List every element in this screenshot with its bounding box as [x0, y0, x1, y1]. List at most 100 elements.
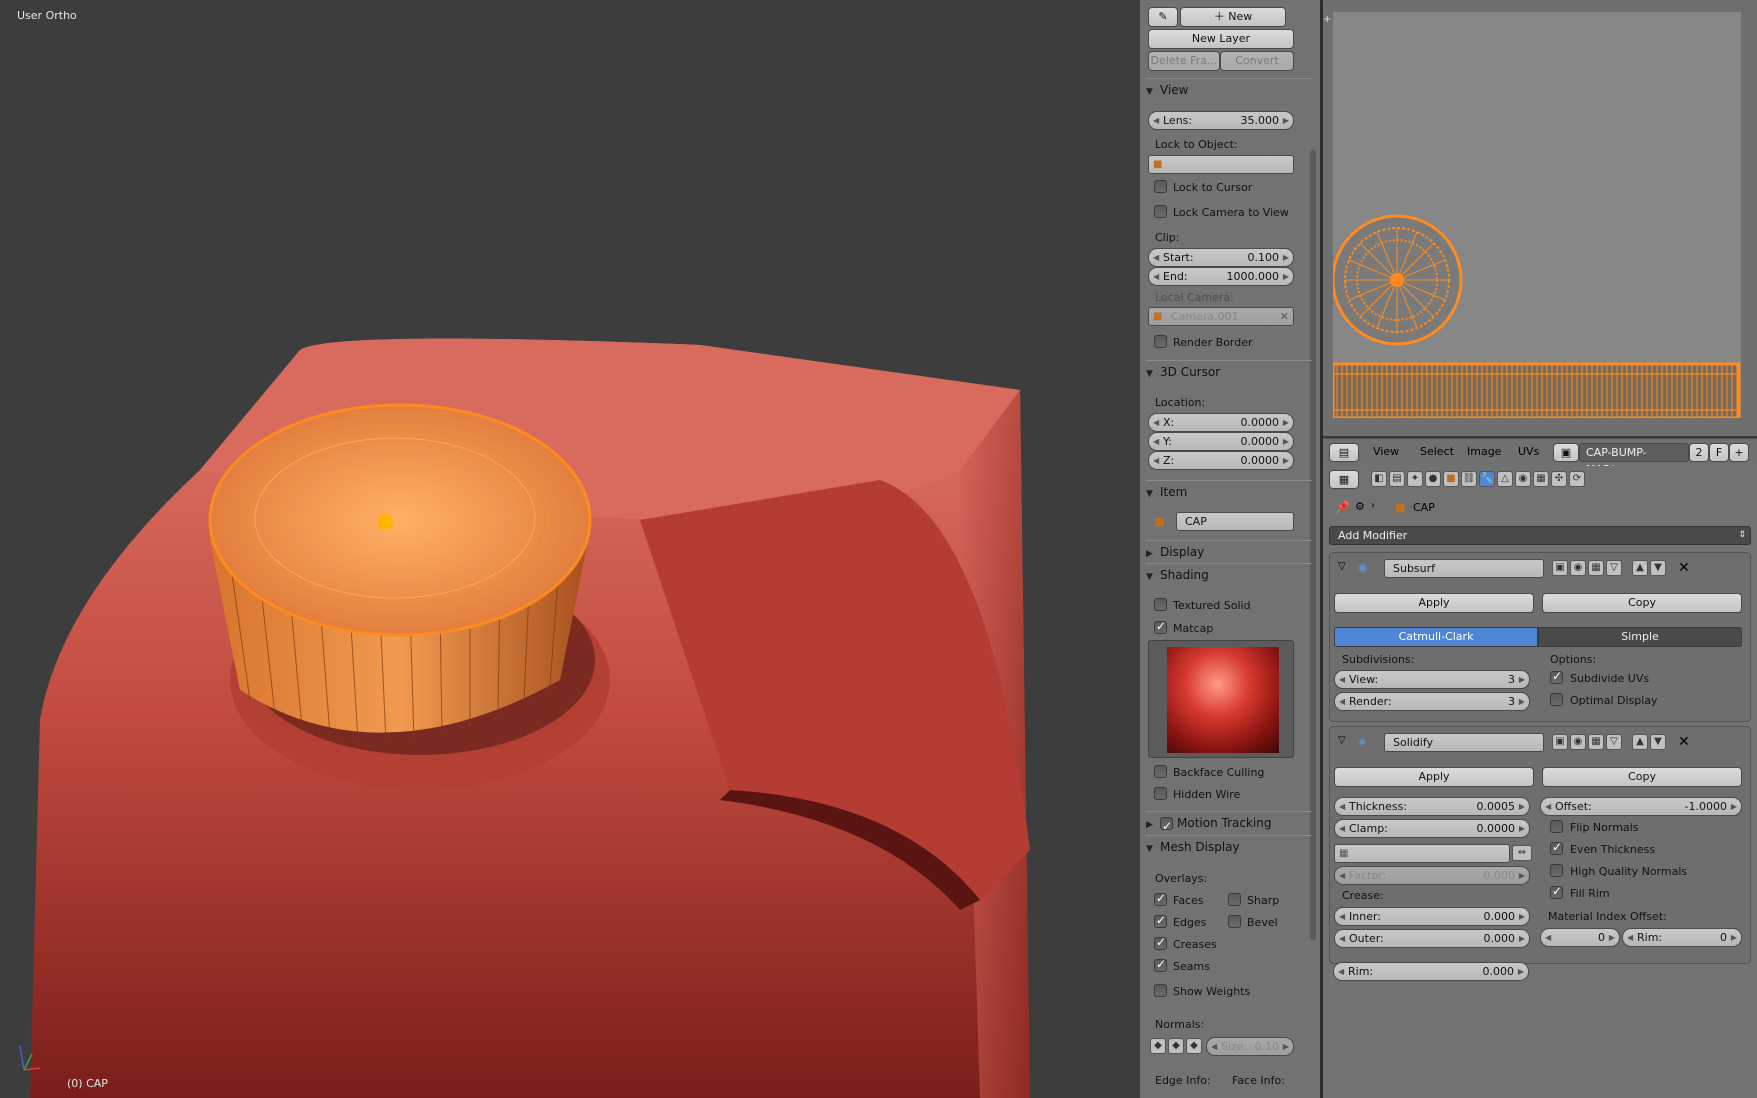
move-down-icon[interactable]: ▼ — [1650, 734, 1666, 750]
pencil-menu-button[interactable]: ✎ — [1148, 7, 1178, 27]
remove-modifier-icon[interactable]: ✕ — [1678, 734, 1690, 750]
fake-user-button[interactable]: F — [1709, 443, 1729, 462]
seams-checkbox[interactable] — [1154, 957, 1167, 972]
solidify-apply-button[interactable]: Apply — [1334, 767, 1534, 787]
tab-simple[interactable]: Simple — [1538, 627, 1742, 647]
clear-icon[interactable]: ✕ — [1280, 308, 1289, 325]
viewport-toggle-icon[interactable]: ◉ — [1570, 560, 1586, 576]
lens-field[interactable]: ◀ Lens: 35.000 ▶ — [1148, 111, 1294, 130]
subdivide-uvs-checkbox[interactable] — [1550, 669, 1563, 684]
menu-image[interactable]: Image — [1467, 445, 1501, 458]
properties-editor-type-menu[interactable]: ▦ — [1329, 470, 1359, 489]
object-tab-icon[interactable]: ■ — [1443, 471, 1459, 487]
material-offset-field[interactable]: ◀ 0 ▶ — [1540, 928, 1620, 947]
display-panel-header[interactable]: ▶ Display — [1146, 540, 1312, 562]
editmode-toggle-icon[interactable]: ▦ — [1588, 560, 1604, 576]
menu-select[interactable]: Select — [1420, 445, 1454, 458]
move-down-icon[interactable]: ▼ — [1650, 560, 1666, 576]
motion-tracking-panel-header[interactable]: ▶Motion Tracking — [1146, 811, 1312, 837]
move-up-icon[interactable]: ▲ — [1632, 734, 1648, 750]
collapse-triangle-icon[interactable]: ▽ — [1338, 561, 1346, 572]
subsurf-copy-button[interactable]: Copy — [1542, 593, 1742, 613]
subsurf-apply-button[interactable]: Apply — [1334, 593, 1534, 613]
crease-outer-field[interactable]: ◀ Outer: 0.000 ▶ — [1334, 929, 1530, 948]
offset-field[interactable]: ◀ Offset: -1.0000 ▶ — [1540, 797, 1742, 816]
material-tab-icon[interactable]: ◉ — [1515, 471, 1531, 487]
matcap-checkbox[interactable] — [1154, 619, 1167, 634]
cage-toggle-icon[interactable]: ▽ — [1606, 734, 1622, 750]
mesh-display-panel-header[interactable]: ▼ Mesh Display — [1146, 835, 1312, 857]
subsurf-render-field[interactable]: ◀ Render: 3 ▶ — [1334, 692, 1530, 711]
crease-inner-field[interactable]: ◀ Inner: 0.000 ▶ — [1334, 907, 1530, 926]
particles-tab-icon[interactable]: ✣ — [1551, 471, 1567, 487]
crease-rim-field[interactable]: ◀ Rim: 0.000 ▶ — [1333, 962, 1529, 981]
factor-field[interactable]: ◀ Factor: 0.000 ▶ — [1334, 866, 1530, 885]
move-up-icon[interactable]: ▲ — [1632, 560, 1648, 576]
material-rim-offset-field[interactable]: ◀ Rim: 0 ▶ — [1622, 928, 1742, 947]
even-thickness-checkbox[interactable] — [1550, 840, 1563, 855]
cursor-panel-header[interactable]: ▼ 3D Cursor — [1146, 360, 1312, 382]
render-toggle-icon[interactable]: ▣ — [1552, 734, 1568, 750]
texture-tab-icon[interactable]: ▦ — [1533, 471, 1549, 487]
lock-to-cursor-checkbox[interactable] — [1154, 180, 1167, 193]
clip-start-field[interactable]: ◀ Start: 0.100 ▶ — [1148, 248, 1294, 267]
creases-checkbox[interactable] — [1154, 935, 1167, 950]
thickness-field[interactable]: ◀ Thickness: 0.0005 ▶ — [1334, 797, 1530, 816]
new-grease-pencil-button[interactable]: ＋ New — [1180, 7, 1286, 27]
modifiers-tab-icon[interactable]: 🔧 — [1479, 471, 1495, 487]
cursor-y-field[interactable]: ◀ Y: 0.0000 ▶ — [1148, 432, 1294, 451]
menu-view[interactable]: View — [1373, 445, 1399, 458]
high-quality-normals-checkbox[interactable] — [1550, 864, 1563, 877]
pin-icon[interactable]: 📌 — [1335, 500, 1350, 514]
viewport-toggle-icon[interactable]: ◉ — [1570, 734, 1586, 750]
solidify-copy-button[interactable]: Copy — [1542, 767, 1742, 787]
sharp-checkbox[interactable] — [1228, 893, 1241, 906]
textured-solid-checkbox[interactable] — [1154, 598, 1167, 611]
item-name-field[interactable]: CAP — [1176, 512, 1294, 531]
convert-button[interactable]: Convert — [1220, 51, 1294, 71]
normal-size-field[interactable]: ◀ Size: 0.10 ▶ — [1206, 1037, 1294, 1056]
editor-type-menu[interactable]: ▤ — [1329, 443, 1359, 462]
render-toggle-icon[interactable]: ▣ — [1552, 560, 1568, 576]
image-name-field[interactable]: CAP-BUMP-MAP.jpg — [1579, 443, 1689, 476]
remove-modifier-icon[interactable]: ✕ — [1678, 560, 1690, 576]
world-tab-icon[interactable]: ● — [1425, 471, 1441, 487]
image-browse-button[interactable]: ▣ — [1553, 443, 1579, 462]
add-modifier-dropdown[interactable]: Add Modifier ⇕ — [1329, 526, 1751, 545]
vertex-normals-icon[interactable]: ◆ — [1150, 1038, 1166, 1054]
subsurf-name-field[interactable]: Subsurf — [1384, 559, 1544, 578]
region-expand-icon[interactable]: + — [1323, 14, 1333, 25]
edges-checkbox[interactable] — [1154, 913, 1167, 928]
new-image-button[interactable]: + — [1729, 443, 1749, 462]
flip-normals-checkbox[interactable] — [1550, 820, 1563, 833]
3d-viewport[interactable]: User Ortho (0) CAP — [0, 0, 1140, 1098]
physics-tab-icon[interactable]: ⟳ — [1569, 471, 1585, 487]
constraints-tab-icon[interactable]: ⛓ — [1461, 471, 1477, 487]
item-panel-header[interactable]: ▼ Item — [1146, 480, 1312, 502]
image-users-button[interactable]: 2 — [1689, 443, 1709, 462]
bevel-checkbox[interactable] — [1228, 915, 1241, 928]
vertex-group-field[interactable]: ▦ — [1334, 844, 1510, 863]
menu-uvs[interactable]: UVs — [1518, 445, 1539, 458]
matcap-preview[interactable] — [1148, 640, 1294, 758]
uv-image-canvas[interactable] — [1331, 12, 1741, 420]
delete-frame-button[interactable]: Delete Fra... — [1148, 51, 1220, 71]
scene-tab-icon[interactable]: ✦ — [1407, 471, 1423, 487]
render-layers-tab-icon[interactable]: ▤ — [1389, 471, 1405, 487]
cursor-x-field[interactable]: ◀ X: 0.0000 ▶ — [1148, 413, 1294, 432]
solidify-name-field[interactable]: Solidify — [1384, 733, 1544, 752]
cursor-z-field[interactable]: ◀ Z: 0.0000 ▶ — [1148, 451, 1294, 470]
clamp-field[interactable]: ◀ Clamp: 0.0000 ▶ — [1334, 819, 1530, 838]
local-camera-field[interactable]: ■ Camera.001 ✕ — [1148, 307, 1294, 326]
loop-normals-icon[interactable]: ◆ — [1168, 1038, 1184, 1054]
face-normals-icon[interactable]: ◆ — [1186, 1038, 1202, 1054]
backface-culling-checkbox[interactable] — [1154, 765, 1167, 778]
invert-vgroup-icon[interactable]: ⇔ — [1512, 845, 1532, 861]
render-border-checkbox[interactable] — [1154, 335, 1167, 348]
view-panel-header[interactable]: ▼ View — [1146, 78, 1312, 100]
clip-end-field[interactable]: ◀ End: 1000.000 ▶ — [1148, 267, 1294, 286]
motion-tracking-checkbox[interactable] — [1160, 815, 1173, 837]
new-layer-button[interactable]: New Layer — [1148, 29, 1294, 49]
cage-toggle-icon[interactable]: ▽ — [1606, 560, 1622, 576]
lock-object-field[interactable]: ■ — [1148, 155, 1294, 174]
